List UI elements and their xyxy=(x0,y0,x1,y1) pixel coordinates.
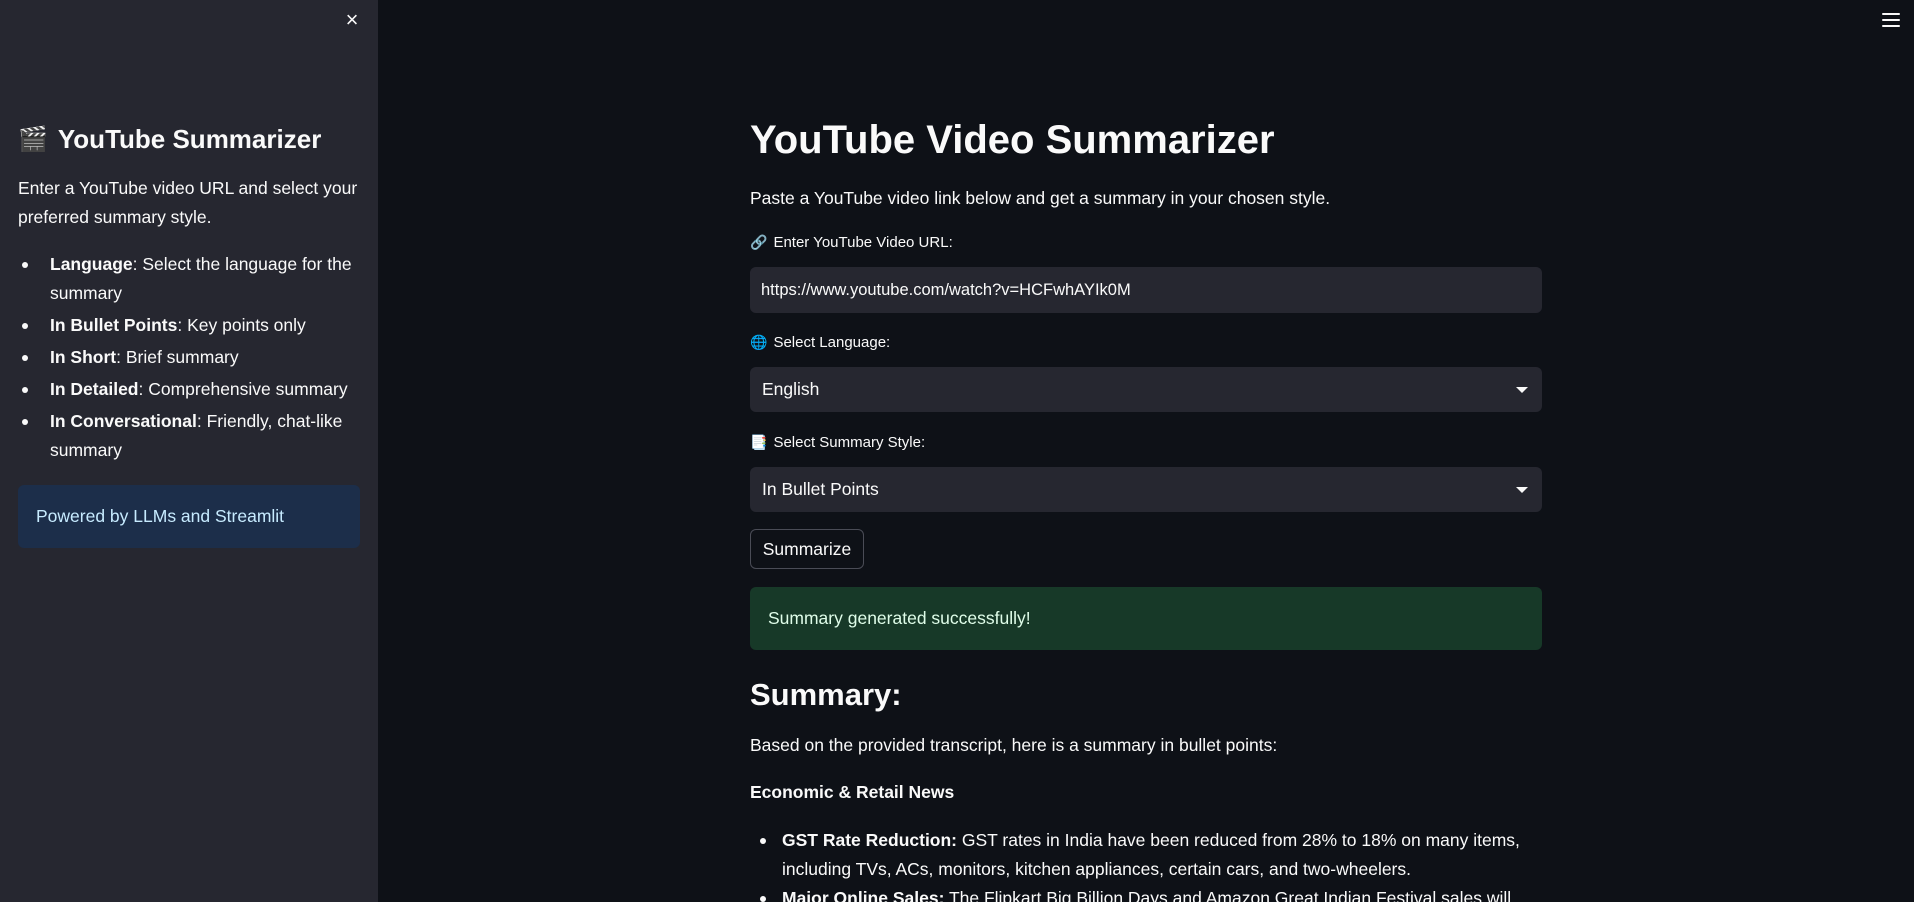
item-bold: In Conversational xyxy=(50,411,197,431)
style-field-label: 📑 Select Summary Style: xyxy=(750,434,925,451)
main-menu-icon[interactable] xyxy=(1882,12,1900,28)
bullet-bold: GST Rate Reduction: xyxy=(782,830,958,850)
summary-style-select[interactable]: In Bullet Points xyxy=(750,467,1542,512)
item-bold: In Detailed xyxy=(50,379,139,399)
summary-style-select-value: In Bullet Points xyxy=(762,479,879,499)
list-item: Major Online Sales: The Flipkart Big Bil… xyxy=(750,884,1542,902)
app-root: × 🎬 YouTube Summarizer Enter a YouTube v… xyxy=(0,0,1914,902)
language-select[interactable]: English xyxy=(750,367,1542,412)
item-bold: Language xyxy=(50,254,133,274)
summary-intro: Based on the provided transcript, here i… xyxy=(750,735,1278,755)
item-bold: In Short xyxy=(50,347,117,367)
summary-heading: Summary: xyxy=(750,677,902,712)
document-icon: 📑 xyxy=(750,434,768,450)
sidebar-list-item: Language: Select the language for the su… xyxy=(18,250,363,308)
link-icon: 🔗 xyxy=(750,234,768,250)
sidebar-description: Enter a YouTube video URL and select you… xyxy=(18,178,358,227)
sidebar-list-item: In Bullet Points: Key points only xyxy=(18,311,363,340)
bullet-bold: Major Online Sales: xyxy=(782,888,945,902)
success-alert: Summary generated successfully! xyxy=(750,587,1542,650)
item-text: : Brief summary xyxy=(116,347,239,367)
page-title: YouTube Video Summarizer xyxy=(750,118,1275,162)
youtube-url-input[interactable] xyxy=(750,267,1542,313)
summarize-button[interactable]: Summarize xyxy=(750,529,864,569)
sidebar-list-item: In Conversational: Friendly, chat-like s… xyxy=(18,407,363,465)
url-field-label: 🔗 Enter YouTube Video URL: xyxy=(750,234,953,251)
sidebar-list-item: In Detailed: Comprehensive summary xyxy=(18,375,363,404)
section-heading: Economic & Retail News xyxy=(750,782,955,802)
globe-icon: 🌐 xyxy=(750,334,768,350)
chevron-down-icon xyxy=(1516,386,1528,393)
summary-bullets: GST Rate Reduction: GST rates in India h… xyxy=(750,826,1542,902)
list-item: GST Rate Reduction: GST rates in India h… xyxy=(750,826,1542,884)
clapperboard-icon: 🎬 xyxy=(18,126,48,153)
sidebar-title: 🎬 YouTube Summarizer xyxy=(18,124,321,155)
sidebar-title-text: YouTube Summarizer xyxy=(57,124,322,154)
style-label-text: Select Summary Style: xyxy=(773,434,926,451)
sidebar-style-list: Language: Select the language for the su… xyxy=(18,250,363,468)
language-field-label: 🌐 Select Language: xyxy=(750,334,890,351)
item-text: : Comprehensive summary xyxy=(138,379,348,399)
sidebar-list-item: In Short: Brief summary xyxy=(18,343,363,372)
url-label-text: Enter YouTube Video URL: xyxy=(773,234,953,251)
close-sidebar-icon[interactable]: × xyxy=(340,8,364,32)
page-subtitle: Paste a YouTube video link below and get… xyxy=(750,188,1331,208)
chevron-down-icon xyxy=(1516,486,1528,493)
powered-by-info: Powered by LLMs and Streamlit xyxy=(18,485,360,548)
sidebar: × 🎬 YouTube Summarizer Enter a YouTube v… xyxy=(0,0,378,902)
item-bold: In Bullet Points xyxy=(50,315,178,335)
language-select-value: English xyxy=(762,379,820,399)
item-text: : Key points only xyxy=(177,315,306,335)
language-label-text: Select Language: xyxy=(773,334,891,351)
